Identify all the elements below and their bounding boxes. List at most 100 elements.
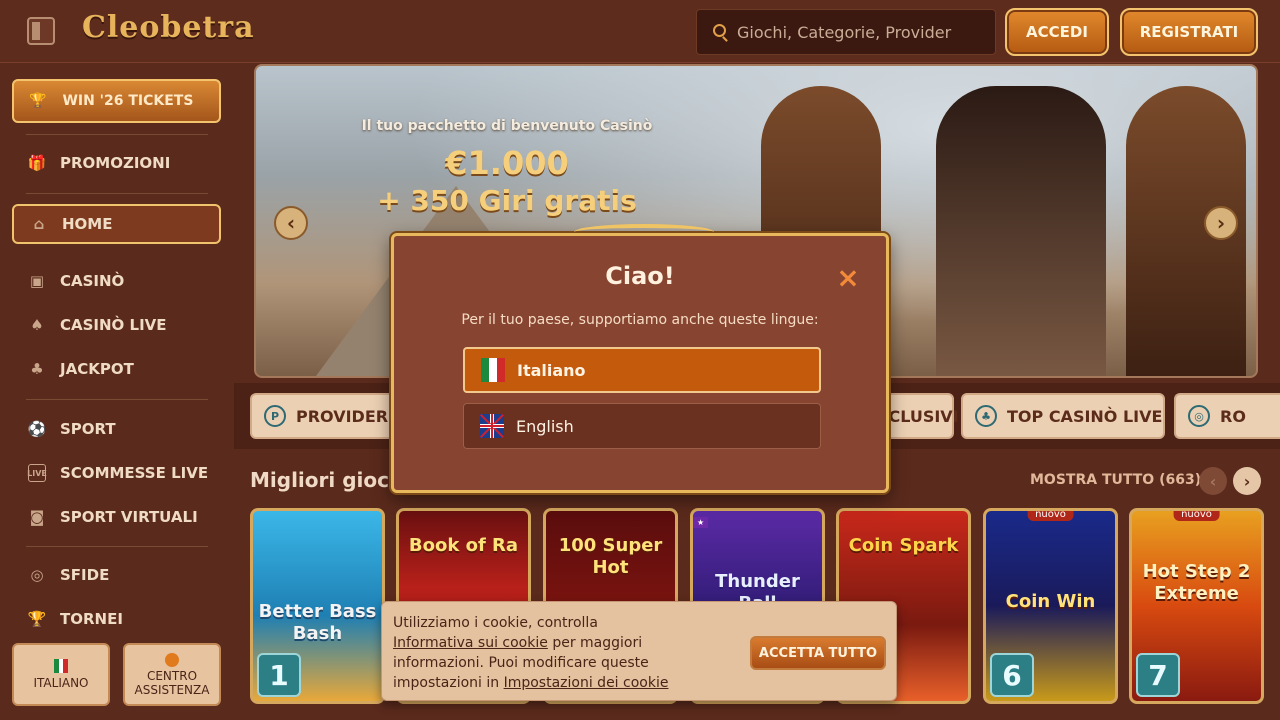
win-tickets-label: WIN '26 TICKETS — [62, 93, 194, 109]
games-prev-chevron-icon[interactable]: ‹ — [1199, 467, 1227, 495]
show-all-link[interactable]: MOSTRA TUTTO (663) — [1030, 472, 1201, 488]
language-button[interactable]: ITALIANO — [12, 643, 110, 706]
game-tile[interactable]: Better Bass Bash 1 — [250, 508, 385, 704]
sidebar-item-label: SPORT VIRTUALI — [60, 508, 198, 526]
cookie-text: Utilizziamo i cookie, controlla Informat… — [393, 613, 733, 693]
sidebar-item-label: SCOMMESSE LIVE — [60, 464, 209, 482]
game-title: Coin Win — [1005, 591, 1096, 612]
games-next-chevron-icon[interactable]: › — [1233, 467, 1261, 495]
category-label: PROVIDER — [296, 406, 389, 426]
language-label: ITALIANO — [33, 676, 89, 690]
game-title: Coin Spark — [848, 535, 959, 556]
banner-spins: + 350 Giri gratis — [377, 184, 637, 217]
sidebar-item-casino-live[interactable]: ♠ CASINÒ LIVE — [0, 307, 234, 343]
help-icon — [165, 652, 179, 667]
games-section-title: Migliori giochi — [250, 468, 411, 492]
login-button[interactable]: ACCEDI — [1005, 8, 1109, 56]
search-icon — [713, 24, 726, 37]
close-icon[interactable]: × — [834, 264, 862, 292]
sidebar-item-sport[interactable]: ⚽ SPORT — [0, 411, 234, 447]
divider — [26, 193, 208, 194]
category-label: TOP CASINÒ LIVE — [1007, 406, 1163, 426]
sidebar-item-label: CASINÒ — [60, 272, 125, 290]
gift-icon: 🎁 — [27, 154, 47, 172]
sidebar-item-label: CASINÒ LIVE — [60, 316, 167, 334]
banner-amount: €1.000 — [445, 144, 569, 182]
top-header: Cleobetra ACCEDI REGISTRATI — [0, 0, 1280, 63]
accept-all-button[interactable]: ACCETTA TUTTO — [750, 636, 886, 670]
sidebar-item-label: PROMOZIONI — [60, 154, 171, 172]
modal-title: Ciao! — [605, 262, 675, 290]
sidebar-item-promozioni[interactable]: 🎁 PROMOZIONI — [0, 145, 234, 181]
win-tickets-button[interactable]: 🏆 WIN '26 TICKETS — [12, 79, 221, 123]
sidebar-item-label: TORNEI — [60, 610, 123, 628]
language-option-italian[interactable]: Italiano — [463, 347, 821, 393]
game-tile[interactable]: nuovo Coin Win 6 — [983, 508, 1118, 704]
target-icon: ◎ — [30, 566, 44, 584]
sidebar-item-sport-virtuali[interactable]: ◙ SPORT VIRTUALI — [0, 499, 234, 535]
slot-machine-icon: ▣ — [29, 272, 45, 290]
clover-icon: ♣ — [30, 360, 44, 378]
game-title: Better Bass Bash — [258, 601, 377, 644]
help-center-button[interactable]: CENTRO ASSISTENZA — [123, 643, 221, 706]
uk-flag-icon — [480, 414, 504, 438]
category-provider[interactable]: P PROVIDER — [250, 393, 400, 439]
language-option-label: Italiano — [517, 360, 586, 380]
banner-next-arrow-icon[interactable]: › — [1204, 206, 1238, 240]
modal-subtitle: Per il tuo paese, supportiamo anche ques… — [461, 312, 819, 328]
italy-flag-icon — [481, 358, 505, 382]
game-rank: 6 — [990, 653, 1034, 697]
sidebar: 🏆 WIN '26 TICKETS 🎁 PROMOZIONI ⌂ HOME ▣ CAS… — [0, 63, 234, 720]
virtual-ball-icon: ◙ — [29, 508, 45, 526]
language-modal: Ciao! × Per il tuo paese, supportiamo an… — [391, 224, 889, 493]
sidebar-item-scommesse-live[interactable]: LIVE SCOMMESSE LIVE — [0, 455, 234, 491]
exclusive-badge: ★ — [693, 517, 709, 528]
banner-text: Il tuo pacchetto di benvenuto Casinò €1.… — [356, 118, 658, 217]
live-casino-icon: ♣ — [975, 405, 997, 427]
sidebar-item-jackpot[interactable]: ♣ JACKPOT — [0, 351, 234, 387]
cookie-policy-link[interactable]: Informativa sui cookie — [393, 635, 548, 651]
language-option-english[interactable]: English — [463, 403, 821, 449]
trophy-icon: 🏆 — [29, 93, 47, 109]
game-title: Hot Step 2 Extreme — [1142, 561, 1251, 604]
sidebar-item-home[interactable]: ⌂ HOME — [12, 204, 221, 244]
search-box[interactable] — [696, 9, 996, 55]
sidebar-item-label: SPORT — [60, 420, 116, 438]
modal-ornament — [574, 224, 714, 240]
game-rank: 7 — [1136, 653, 1180, 697]
game-title: Book of Ra — [408, 535, 519, 556]
live-icon: LIVE — [27, 464, 47, 482]
divider — [26, 546, 208, 547]
new-badge: nuovo — [1173, 511, 1220, 521]
ball-icon: ⚽ — [27, 420, 47, 438]
sidebar-item-label: JACKPOT — [60, 360, 134, 378]
queen-figure-image — [936, 86, 1106, 376]
cards-icon: ♠ — [30, 316, 44, 334]
home-icon: ⌂ — [33, 215, 45, 233]
site-logo[interactable]: Cleobetra — [82, 10, 255, 45]
banner-line1: Il tuo pacchetto di benvenuto Casinò — [361, 118, 653, 134]
italy-flag-icon — [54, 659, 69, 673]
trophy-icon: 🏆 — [27, 610, 47, 628]
cookie-settings-link[interactable]: Impostazioni dei cookie — [504, 675, 669, 691]
help-label: CENTRO ASSISTENZA — [134, 668, 210, 697]
category-top-casino-live[interactable]: ♣ TOP CASINÒ LIVE — [961, 393, 1165, 439]
language-option-label: English — [516, 416, 574, 436]
roulette-icon: ◎ — [1188, 405, 1210, 427]
provider-icon: P — [264, 405, 286, 427]
banner-prev-arrow-icon[interactable]: ‹ — [274, 206, 308, 240]
game-title: 100 Super Hot — [558, 535, 663, 578]
game-tile[interactable]: nuovo Hot Step 2 Extreme 7 — [1129, 508, 1264, 704]
search-input[interactable] — [737, 10, 987, 54]
sidebar-item-casino[interactable]: ▣ CASINÒ — [0, 263, 234, 299]
game-rank: 1 — [257, 653, 301, 697]
sidebar-item-sfide[interactable]: ◎ SFIDE — [0, 557, 234, 593]
category-ro[interactable]: ◎ RO — [1174, 393, 1280, 439]
divider — [26, 134, 208, 135]
cookie-text-part1: Utilizziamo i cookie, controlla — [393, 615, 598, 631]
sidebar-item-label: SFIDE — [60, 566, 110, 584]
new-badge: nuovo — [1027, 511, 1074, 521]
register-button[interactable]: REGISTRATI — [1120, 8, 1258, 56]
sidebar-item-tornei[interactable]: 🏆 TORNEI — [0, 601, 234, 637]
sidebar-toggle-icon[interactable] — [27, 17, 55, 45]
